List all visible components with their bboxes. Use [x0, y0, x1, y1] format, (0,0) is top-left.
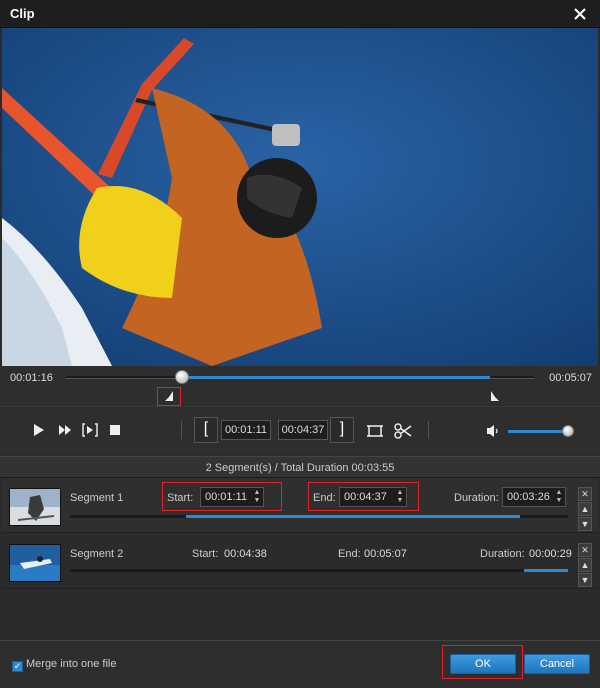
segment-actions: ✕ ▲ ▼ — [578, 543, 592, 588]
start-time-value: 00:04:38 — [224, 548, 267, 560]
checkbox-icon[interactable]: ✓ — [12, 661, 23, 672]
segments-summary: 2 Segment(s) / Total Duration 00:03:55 — [0, 456, 600, 478]
segment-actions: ✕ ▲ ▼ — [578, 487, 592, 532]
move-up-icon[interactable]: ▲ — [578, 558, 592, 572]
volume-icon[interactable] — [486, 424, 502, 441]
segment-name: Segment 1 — [70, 492, 124, 504]
start-label: Start: — [192, 548, 219, 560]
segment-list: Segment 1 Start: 00:01:11 ▲ ▼ End: 00:04:… — [2, 478, 598, 640]
start-label: Start: — [167, 492, 194, 504]
playhead-handle[interactable] — [175, 370, 189, 384]
segment-range-fill — [524, 569, 568, 572]
end-time-field[interactable]: 00:04:37 — [278, 420, 328, 440]
scissors-icon[interactable] — [393, 422, 413, 443]
remove-icon[interactable]: ✕ — [578, 543, 592, 557]
start-time-value: 00:01:11 — [205, 491, 248, 503]
merge-checkbox[interactable]: ✓ Merge into one file — [12, 658, 117, 672]
divider — [181, 421, 182, 439]
playback-controls: [ 00:01:11 00:04:37 ] — [0, 406, 600, 454]
duration-label: Duration: — [454, 492, 499, 504]
progress-track[interactable] — [66, 370, 534, 384]
total-time: 00:05:07 — [549, 372, 592, 384]
end-time-spinner[interactable]: 00:04:37 ▲ ▼ — [339, 487, 407, 507]
segment-thumbnail — [9, 488, 61, 526]
spin-arrows-icon[interactable]: ▲ ▼ — [555, 489, 563, 505]
close-icon[interactable] — [570, 4, 590, 24]
window-title: Clip — [10, 6, 35, 21]
segment-thumbnail — [9, 544, 61, 582]
frame-step-icon[interactable] — [82, 423, 98, 440]
move-down-icon[interactable]: ▼ — [578, 517, 592, 531]
volume-handle[interactable] — [562, 425, 574, 437]
end-time-value: 00:04:37 — [344, 491, 387, 503]
segment-range-fill — [186, 515, 520, 518]
selected-range-fill — [184, 376, 490, 379]
segment-range-bar — [70, 569, 568, 572]
stop-icon[interactable] — [110, 425, 120, 438]
end-label: End: — [313, 492, 336, 504]
spin-arrows-icon[interactable]: ▲ ▼ — [396, 489, 404, 505]
start-time-field[interactable]: 00:01:11 — [221, 420, 271, 440]
title-bar: Clip — [0, 0, 600, 28]
timeline: 00:01:16 00:05:07 — [0, 366, 600, 406]
spin-arrows-icon[interactable]: ▲ ▼ — [253, 489, 261, 505]
segment-range-bar — [70, 515, 568, 518]
segment-row[interactable]: Segment 2 Start: 00:04:38 End: 00:05:07 … — [2, 534, 598, 589]
move-down-icon[interactable]: ▼ — [578, 573, 592, 587]
ok-button[interactable]: OK — [450, 654, 516, 674]
current-time: 00:01:16 — [10, 372, 53, 384]
end-time-value: 00:05:07 — [364, 548, 407, 560]
cancel-button[interactable]: Cancel — [524, 654, 590, 674]
volume-slider[interactable] — [508, 430, 568, 433]
crop-icon[interactable] — [366, 423, 384, 442]
dialog-footer: ✓ Merge into one file OK Cancel — [0, 640, 600, 688]
set-end-button[interactable]: ] — [330, 417, 354, 443]
segment-name: Segment 2 — [70, 548, 124, 560]
play-icon[interactable] — [33, 423, 45, 440]
end-label: End: — [338, 548, 361, 560]
end-marker-handle[interactable] — [491, 391, 499, 401]
start-time-spinner[interactable]: 00:01:11 ▲ ▼ — [200, 487, 264, 507]
divider — [428, 421, 429, 439]
fast-forward-icon[interactable] — [58, 424, 72, 439]
video-preview[interactable] — [2, 28, 598, 366]
set-start-button[interactable]: [ — [194, 417, 218, 443]
start-marker-handle[interactable] — [165, 391, 173, 401]
segment-row[interactable]: Segment 1 Start: 00:01:11 ▲ ▼ End: 00:04:… — [2, 478, 598, 533]
move-up-icon[interactable]: ▲ — [578, 502, 592, 516]
merge-label: Merge into one file — [26, 658, 117, 670]
duration-value: 00:03:26 — [507, 491, 550, 503]
duration-value: 00:00:29 — [529, 548, 572, 560]
remove-icon[interactable]: ✕ — [578, 487, 592, 501]
duration-spinner[interactable]: 00:03:26 ▲ ▼ — [502, 487, 566, 507]
duration-label: Duration: — [480, 548, 525, 560]
